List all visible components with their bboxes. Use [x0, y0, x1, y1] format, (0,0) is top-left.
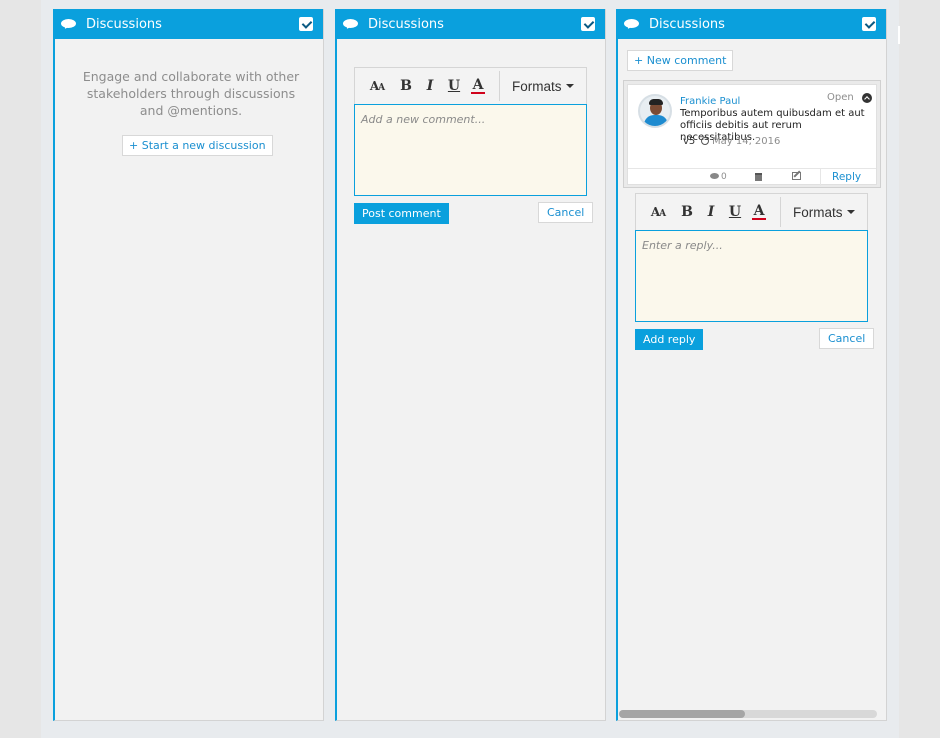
font-size-icon[interactable]: AA — [646, 205, 670, 219]
cancel-button[interactable]: Cancel — [538, 202, 594, 223]
underline-icon[interactable]: U — [447, 78, 461, 94]
avatar-hair — [649, 99, 663, 105]
formats-label: Formats — [512, 78, 562, 94]
avatar — [638, 94, 672, 128]
clock-icon — [701, 137, 709, 145]
panel-title: Discussions — [649, 16, 725, 32]
panel-header: Discussions — [335, 9, 605, 39]
comment-editor: AA B I U A Formats Add a new comment... — [354, 67, 587, 196]
comment-date-text: May 14, 2016 — [712, 136, 781, 147]
outer-margin — [899, 0, 940, 738]
start-discussion-button[interactable]: + Start a new discussion — [122, 135, 273, 156]
panel-title: Discussions — [86, 16, 162, 32]
reply-count-value: 0 — [721, 172, 727, 182]
panel-header: Discussions — [616, 9, 886, 39]
reply-input[interactable]: Enter a reply... — [635, 230, 868, 322]
trash-icon[interactable] — [755, 173, 762, 181]
underline-icon[interactable]: U — [728, 204, 742, 220]
reply-count: 0 — [710, 172, 727, 182]
caret-down-icon — [565, 84, 574, 88]
action-divider — [820, 169, 821, 186]
italic-icon[interactable]: I — [423, 78, 437, 94]
empty-state-message: Engage and collaborate with other stakeh… — [82, 69, 300, 118]
edit-icon[interactable] — [792, 172, 801, 180]
panel-title: Discussions — [368, 16, 444, 32]
text-color-icon[interactable]: A — [752, 204, 766, 220]
discussion-panel-new-comment: Discussions AA B I U A Formats Add a new… — [335, 9, 606, 721]
chat-bubble-icon — [343, 19, 358, 29]
chat-small-icon — [710, 173, 719, 179]
checkbox-icon[interactable] — [862, 17, 876, 31]
editor-toolbar: AA B I U A Formats — [635, 193, 868, 230]
comment-version: v5 — [683, 136, 696, 147]
chat-bubble-icon — [624, 19, 639, 29]
comment-author[interactable]: Frankie Paul — [680, 96, 740, 107]
next-panel-edge — [898, 26, 900, 44]
formats-label: Formats — [793, 204, 843, 220]
comment-input[interactable]: Add a new comment... — [354, 104, 587, 196]
checkbox-icon[interactable] — [299, 17, 313, 31]
font-size-icon[interactable]: AA — [365, 79, 389, 93]
scrollbar-thumb[interactable] — [619, 710, 745, 718]
discussion-panel-thread: Discussions + New comment Frankie Paul O… — [616, 9, 887, 721]
comment-date: May 14, 2016 — [701, 136, 780, 147]
panel-header: Discussions — [53, 9, 323, 39]
comment-status: Open — [827, 92, 854, 103]
formats-dropdown[interactable]: Formats — [512, 79, 574, 94]
toolbar-divider — [499, 71, 500, 101]
bold-icon[interactable]: B — [399, 78, 413, 94]
reply-editor: AA B I U A Formats Enter a reply... — [635, 193, 868, 322]
discussion-panel-empty: Discussions Engage and collaborate with … — [53, 9, 324, 721]
avatar-body — [644, 115, 668, 126]
cancel-button[interactable]: Cancel — [819, 328, 875, 349]
bold-icon[interactable]: B — [680, 204, 694, 220]
formats-dropdown[interactable]: Formats — [793, 205, 855, 220]
reply-link[interactable]: Reply — [832, 171, 861, 183]
horizontal-scrollbar[interactable] — [619, 710, 877, 718]
checkbox-icon[interactable] — [581, 17, 595, 31]
comment-card: Frankie Paul Open Temporibus autem quibu… — [627, 84, 877, 186]
editor-toolbar: AA B I U A Formats — [354, 67, 587, 104]
comment-thread: Frankie Paul Open Temporibus autem quibu… — [623, 80, 881, 188]
collapse-up-icon[interactable] — [862, 93, 872, 103]
caret-down-icon — [846, 210, 855, 214]
add-reply-button[interactable]: Add reply — [635, 329, 704, 350]
chat-bubble-icon — [61, 19, 76, 29]
post-comment-button[interactable]: Post comment — [354, 203, 449, 224]
italic-icon[interactable]: I — [704, 204, 718, 220]
new-comment-button[interactable]: + New comment — [627, 50, 734, 71]
toolbar-divider — [780, 197, 781, 227]
text-color-icon[interactable]: A — [471, 78, 485, 94]
comment-actions: 0 Reply — [628, 168, 876, 186]
